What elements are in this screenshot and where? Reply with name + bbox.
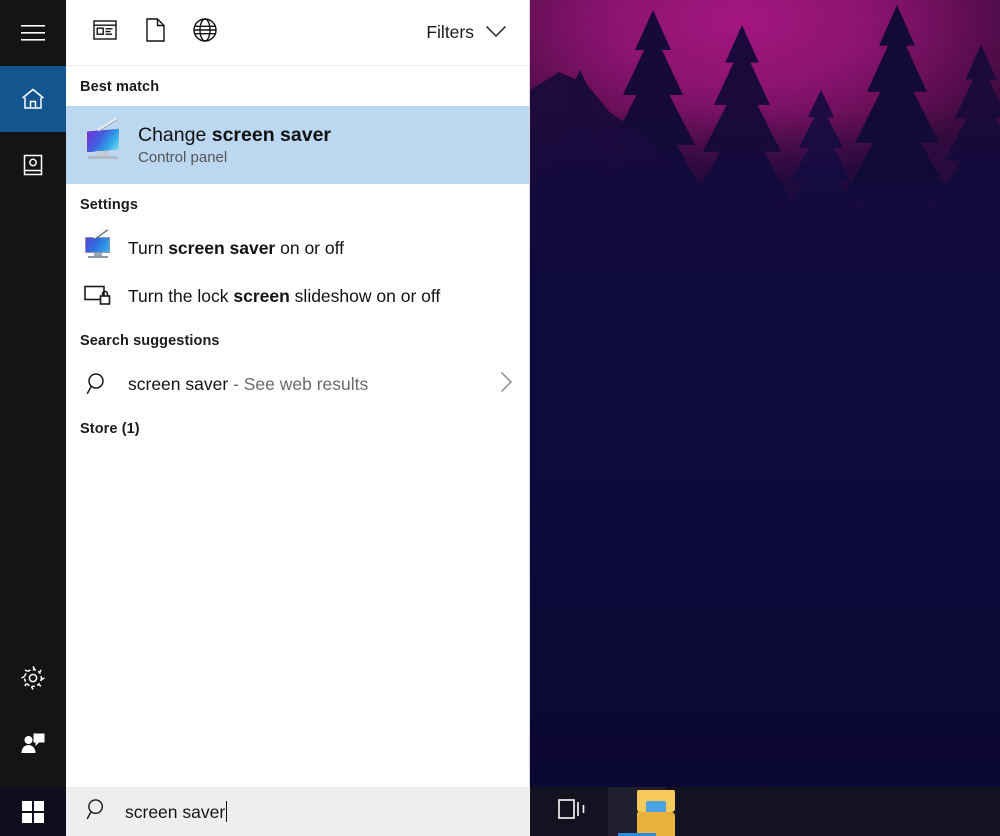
filter-web-button[interactable] [180, 11, 230, 55]
windows-logo-icon [22, 800, 44, 823]
search-input[interactable]: screen saver [125, 800, 228, 823]
best-match-title-match: screen saver [211, 123, 332, 146]
search-icon [84, 370, 112, 398]
search-left-rail [0, 0, 66, 787]
text-caret [226, 800, 228, 822]
section-header-store: Store (1) [80, 421, 140, 437]
filter-bar: Filters [66, 0, 529, 66]
label-match: screen saver [168, 237, 276, 258]
section-header-best-match: Best match [80, 79, 160, 95]
filters-label: Filters [426, 22, 474, 42]
search-suggestion-row[interactable]: screen saver - See web results [66, 360, 529, 408]
desktop-root: Filters Best match Change screen saver C… [0, 0, 1000, 836]
apps-window-icon [93, 20, 117, 45]
filter-documents-button[interactable] [130, 11, 180, 55]
sidebar-item-hamburger[interactable] [0, 0, 66, 66]
taskbar [530, 787, 1000, 836]
start-button[interactable] [0, 787, 66, 836]
best-match-title: Change screen saver [138, 124, 331, 146]
section-header-settings: Settings [80, 197, 138, 213]
best-match-text: Change screen saver Control panel [138, 124, 331, 166]
screen-saver-monitor-icon [84, 227, 112, 262]
rail-bottom-group [0, 645, 66, 787]
sidebar-item-settings[interactable] [0, 645, 66, 711]
sidebar-item-collections[interactable] [0, 132, 66, 198]
sidebar-item-home[interactable] [0, 66, 66, 132]
rail-spacer [0, 198, 66, 645]
settings-result-label: Turn the lock screen slideshow on or off [128, 286, 440, 307]
globe-icon [193, 18, 217, 47]
best-match-result[interactable]: Change screen saver Control panel [66, 106, 529, 184]
section-header-search-suggestions: Search suggestions [80, 333, 220, 349]
filters-dropdown-button[interactable]: Filters [416, 16, 513, 49]
search-suggestion-text: screen saver - See web results [128, 374, 484, 395]
label-prefix: Turn the lock [128, 285, 234, 306]
gear-icon [20, 665, 46, 691]
best-match-title-prefix: Change [138, 123, 212, 146]
chevron-down-icon [485, 22, 507, 43]
label-prefix: Turn [128, 237, 169, 258]
desktop-wallpaper [530, 0, 1000, 836]
filter-apps-button[interactable] [80, 11, 130, 55]
wallpaper-ground [530, 180, 1000, 300]
label-match: screen [233, 285, 290, 306]
file-explorer-button[interactable] [608, 787, 675, 836]
settings-result-screen-saver[interactable]: Turn screen saver on or off [66, 224, 529, 272]
hamburger-menu-icon [21, 24, 45, 42]
home-icon [20, 87, 46, 111]
settings-result-label: Turn screen saver on or off [128, 238, 344, 259]
document-page-icon [145, 18, 165, 47]
suggestion-query: screen saver [128, 373, 229, 394]
search-input-value: screen saver [125, 801, 226, 822]
lock-screen-icon [84, 282, 112, 310]
search-input-bar[interactable]: screen saver [66, 787, 530, 836]
screen-saver-monitor-icon [84, 117, 122, 162]
label-suffix: on or off [275, 237, 345, 258]
chevron-right-icon[interactable] [500, 371, 513, 398]
search-icon [86, 798, 109, 826]
suggestion-hint: - See web results [228, 373, 369, 394]
search-results-panel: Filters Best match Change screen saver C… [66, 0, 530, 787]
feedback-person-icon [20, 732, 46, 756]
task-view-button[interactable] [544, 787, 602, 836]
task-view-icon [558, 797, 588, 826]
collections-icon [21, 153, 45, 177]
best-match-subtitle: Control panel [138, 149, 228, 167]
sidebar-item-feedback[interactable] [0, 711, 66, 777]
label-suffix: slideshow on or off [289, 285, 441, 306]
settings-result-lock-screen[interactable]: Turn the lock screen slideshow on or off [66, 272, 529, 320]
